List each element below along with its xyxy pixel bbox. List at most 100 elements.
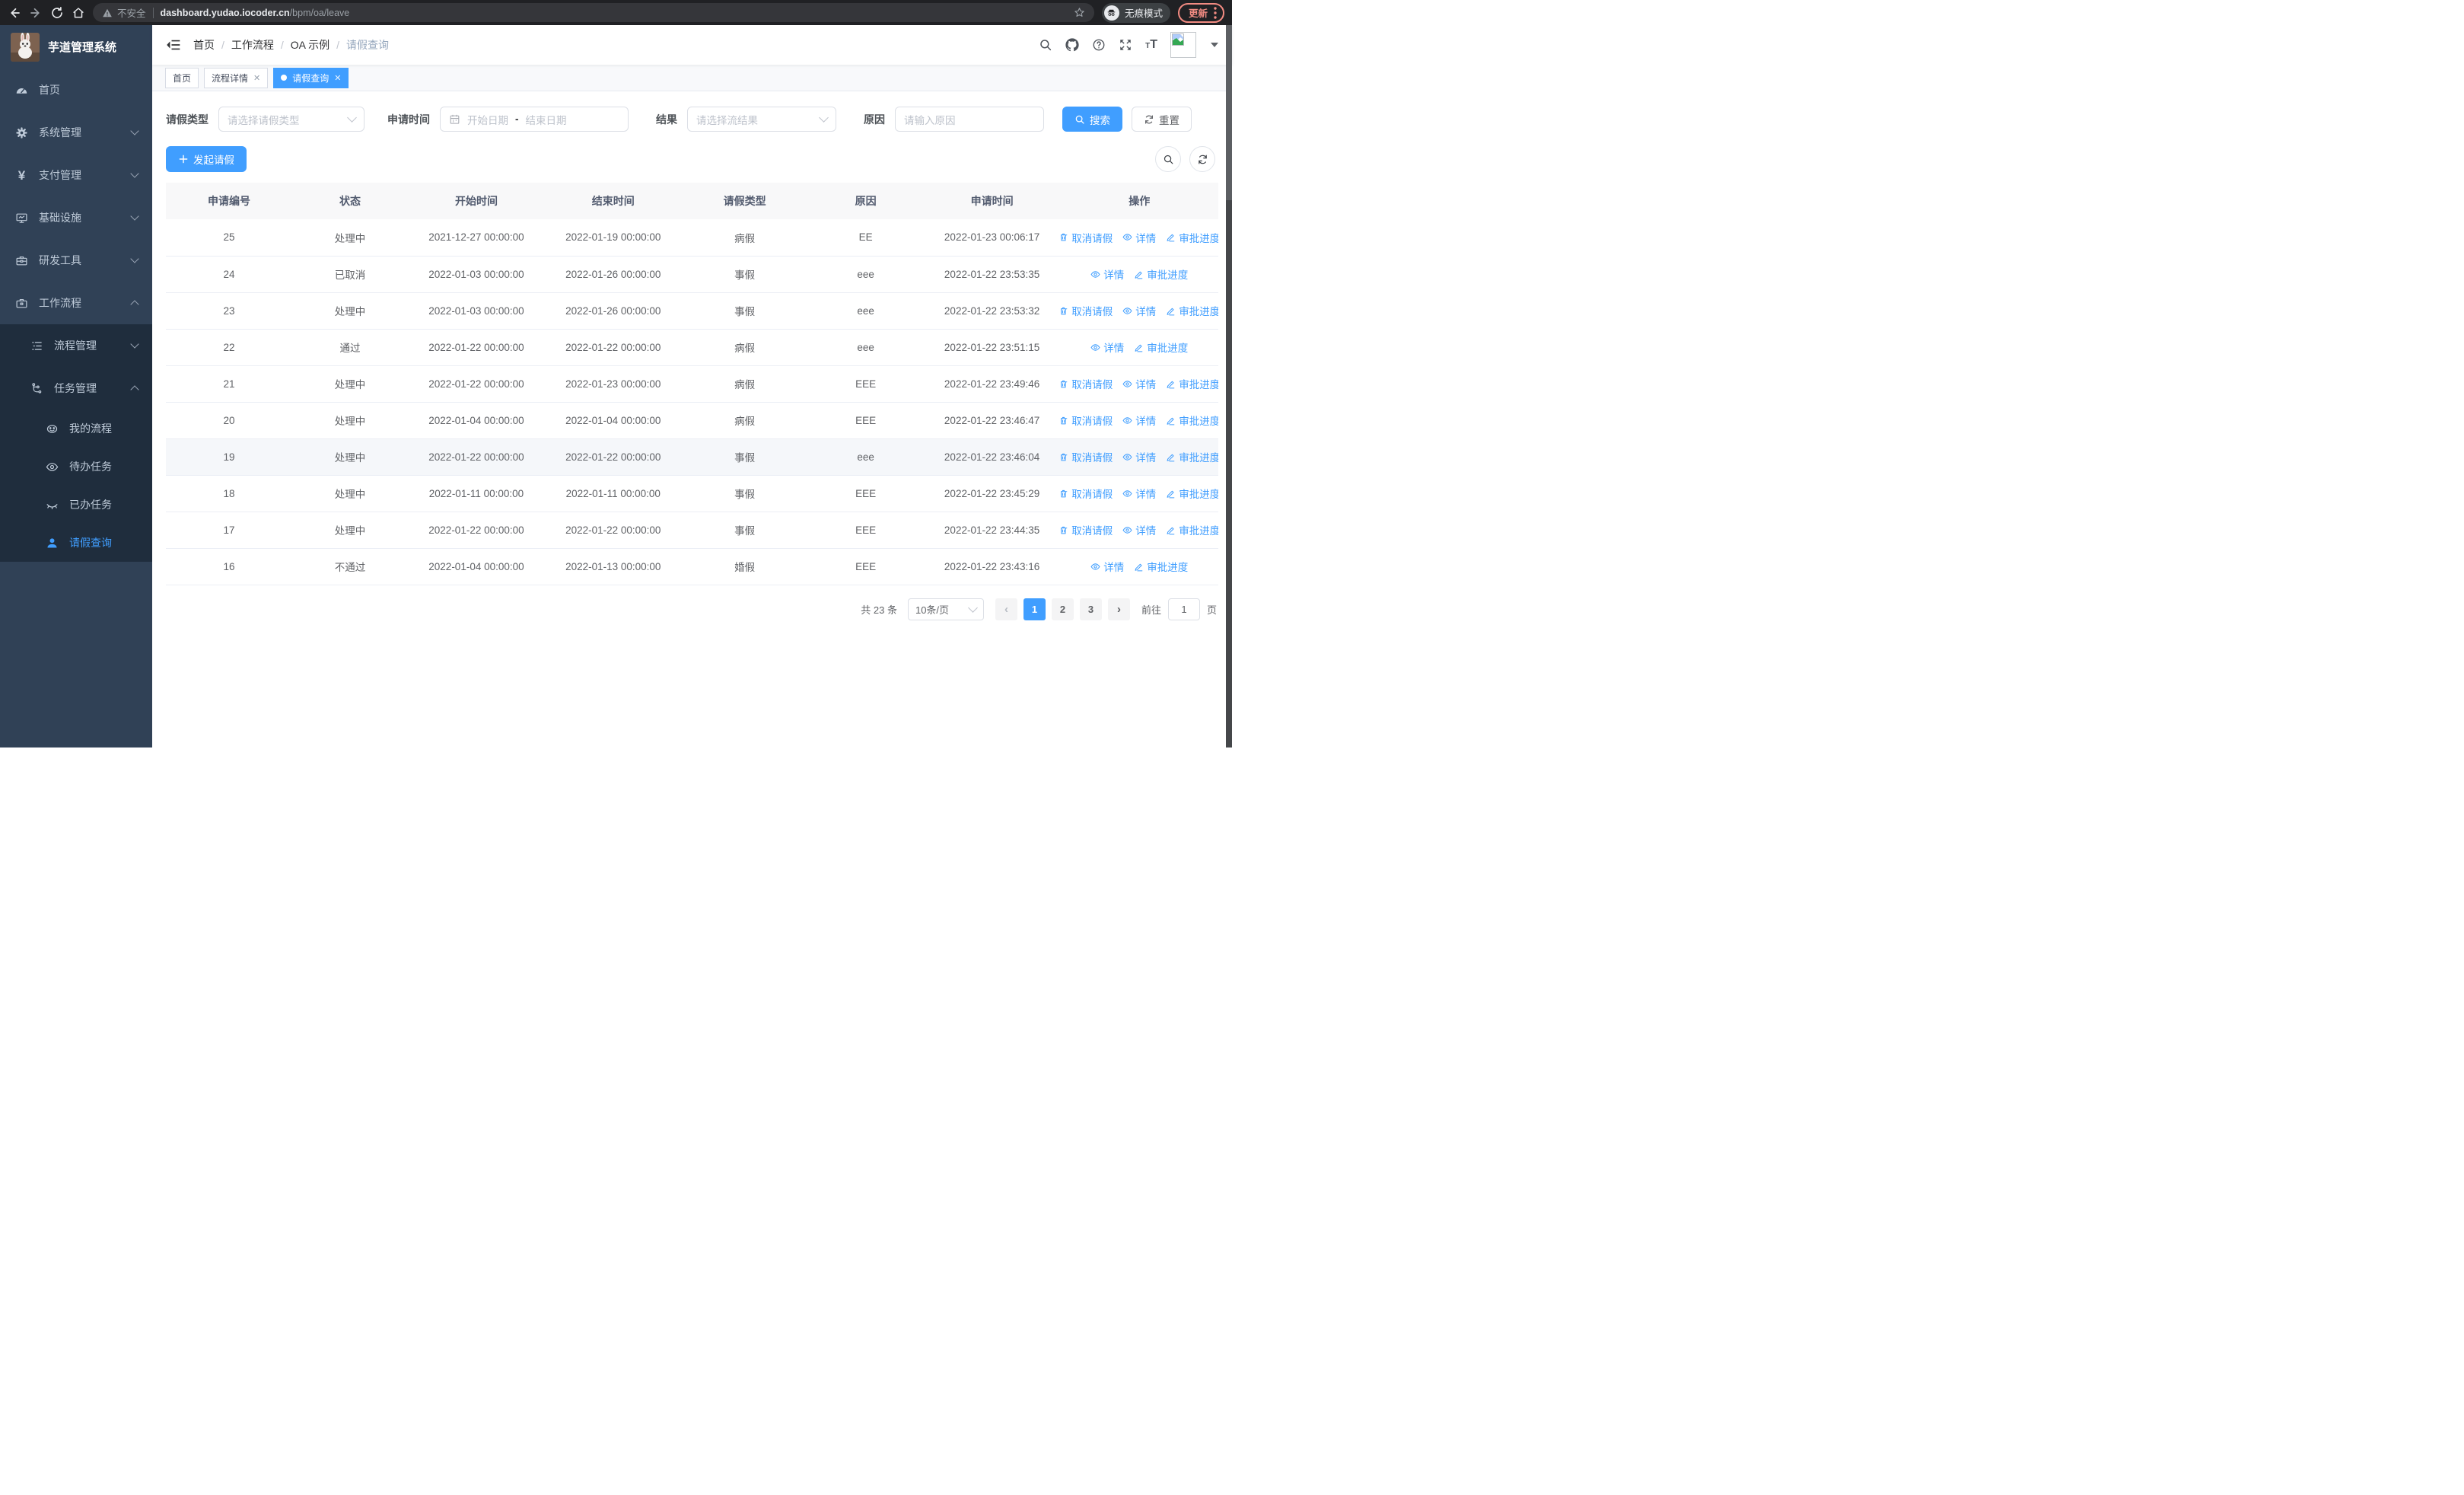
- reason-input[interactable]: 请输入原因: [895, 107, 1044, 132]
- search-button[interactable]: 搜索: [1062, 107, 1122, 132]
- detail-action-link[interactable]: 详情: [1122, 449, 1156, 464]
- github-icon[interactable]: [1065, 38, 1079, 52]
- cell-apply-id: 24: [166, 256, 292, 293]
- sidebar-item-process-mgmt[interactable]: 流程管理: [0, 324, 152, 367]
- select-placeholder: 请选择请假类型: [228, 114, 300, 126]
- detail-action-link[interactable]: 详情: [1090, 339, 1124, 355]
- sidebar-item-devtools[interactable]: 研发工具: [0, 239, 152, 282]
- menu-fold-icon[interactable]: [166, 37, 181, 53]
- security-label[interactable]: 不安全: [117, 5, 146, 20]
- start-date-placeholder[interactable]: 开始日期: [467, 112, 508, 127]
- update-label[interactable]: 更新: [1189, 5, 1208, 20]
- app-logo[interactable]: 芋道管理系统: [0, 25, 152, 69]
- progress-action-link[interactable]: 审批进度: [1166, 486, 1218, 501]
- page-button-2[interactable]: 2: [1051, 598, 1074, 620]
- cancel-action-link[interactable]: 取消请假: [1060, 376, 1113, 391]
- cell-leave-type: 事假: [681, 292, 808, 330]
- cell-actions: 详情 审批进度: [1061, 559, 1219, 574]
- sidebar-item-task-mgmt[interactable]: 任务管理: [0, 367, 152, 410]
- cancel-action-link[interactable]: 取消请假: [1060, 522, 1113, 537]
- cancel-action-link[interactable]: 取消请假: [1060, 413, 1113, 428]
- sidebar-item-payment[interactable]: ¥ 支付管理: [0, 154, 152, 196]
- page-scrollbar[interactable]: [1226, 25, 1232, 748]
- kebab-menu-icon[interactable]: [1214, 6, 1217, 19]
- result-select[interactable]: 请选择流结果: [687, 107, 836, 132]
- cancel-action-link[interactable]: 取消请假: [1060, 303, 1113, 318]
- detail-action-link[interactable]: 详情: [1122, 522, 1156, 537]
- tab-leave-query[interactable]: 请假查询 ✕: [273, 67, 349, 88]
- page-button-3[interactable]: 3: [1079, 598, 1102, 620]
- goto-page-input[interactable]: [1167, 598, 1200, 620]
- detail-action-link[interactable]: 详情: [1090, 559, 1124, 574]
- cell-start-time: 2022-01-04 00:00:00: [408, 402, 545, 439]
- sidebar-item-done-tasks[interactable]: 已办任务: [0, 486, 152, 524]
- progress-action-link[interactable]: 审批进度: [1166, 449, 1218, 464]
- progress-action-link[interactable]: 审批进度: [1166, 230, 1218, 245]
- home-icon[interactable]: [72, 6, 85, 20]
- leave-type-select[interactable]: 请选择请假类型: [218, 107, 365, 132]
- progress-action-link[interactable]: 审批进度: [1134, 266, 1188, 282]
- cancel-action-link[interactable]: 取消请假: [1060, 486, 1113, 501]
- help-icon[interactable]: [1092, 38, 1106, 52]
- end-date-placeholder[interactable]: 结束日期: [526, 112, 567, 127]
- flow-icon: [30, 382, 43, 395]
- forward-icon[interactable]: [29, 6, 43, 20]
- progress-action-link[interactable]: 审批进度: [1166, 522, 1218, 537]
- col-end-time: 结束时间: [544, 183, 682, 219]
- sidebar-item-leave-query[interactable]: 请假查询: [0, 524, 152, 562]
- reset-button-label: 重置: [1159, 114, 1179, 126]
- detail-action-link[interactable]: 详情: [1122, 230, 1156, 245]
- close-icon[interactable]: ✕: [334, 73, 341, 83]
- cancel-action-link[interactable]: 取消请假: [1060, 449, 1113, 464]
- sidebar-item-my-process[interactable]: 我的流程: [0, 410, 152, 448]
- address-bar[interactable]: 不安全 dashboard.yudao.iocoder.cn/bpm/oa/le…: [93, 3, 1094, 22]
- prev-page-button[interactable]: ‹: [995, 598, 1017, 620]
- bookmark-star-icon[interactable]: [1074, 7, 1085, 18]
- tab-home[interactable]: 首页: [165, 67, 199, 88]
- create-leave-button[interactable]: 发起请假: [166, 146, 247, 172]
- detail-action-link[interactable]: 详情: [1122, 303, 1156, 318]
- next-page-button[interactable]: ›: [1107, 598, 1130, 620]
- reload-icon[interactable]: [50, 6, 64, 20]
- search-icon[interactable]: [1039, 38, 1052, 52]
- tab-process-detail[interactable]: 流程详情 ✕: [204, 67, 269, 88]
- table-row: 22 通过 2022-01-22 00:00:00 2022-01-22 00:…: [166, 329, 1218, 366]
- date-range-picker[interactable]: 开始日期 - 结束日期: [440, 107, 629, 132]
- fullscreen-icon[interactable]: [1119, 38, 1132, 52]
- font-size-icon[interactable]: TT: [1145, 38, 1157, 52]
- progress-action-link[interactable]: 审批进度: [1166, 303, 1218, 318]
- back-icon[interactable]: [8, 6, 21, 20]
- sidebar-item-workflow[interactable]: 工作流程: [0, 282, 152, 324]
- sidebar-item-system[interactable]: 系统管理: [0, 111, 152, 154]
- scrollbar-thumb[interactable]: [1226, 25, 1232, 200]
- detail-action-link[interactable]: 详情: [1122, 486, 1156, 501]
- sidebar-item-infra[interactable]: 基础设施: [0, 196, 152, 239]
- avatar[interactable]: [1170, 32, 1196, 58]
- chevron-down-icon[interactable]: [1211, 43, 1218, 47]
- page-button-1[interactable]: 1: [1023, 598, 1046, 620]
- sidebar-item-home[interactable]: 首页: [0, 69, 152, 111]
- breadcrumb-item[interactable]: 工作流程: [231, 37, 274, 53]
- reset-button[interactable]: 重置: [1132, 107, 1192, 132]
- detail-action-link[interactable]: 详情: [1122, 413, 1156, 428]
- sidebar-item-todo-tasks[interactable]: 待办任务: [0, 448, 152, 486]
- goto-label: 前往: [1141, 604, 1161, 616]
- progress-action-link[interactable]: 审批进度: [1166, 413, 1218, 428]
- col-apply-id: 申请编号: [166, 183, 292, 219]
- breadcrumb-item[interactable]: OA 示例: [291, 37, 329, 53]
- progress-action-link[interactable]: 审批进度: [1166, 376, 1218, 391]
- page-size-select[interactable]: 10条/页: [907, 598, 984, 620]
- refresh-table-button[interactable]: [1189, 146, 1215, 172]
- browser-update-button[interactable]: 更新: [1177, 2, 1224, 23]
- breadcrumb-item[interactable]: 首页: [193, 37, 215, 53]
- toggle-search-button[interactable]: [1155, 146, 1181, 172]
- detail-action-link[interactable]: 详情: [1090, 266, 1124, 282]
- cancel-action-link[interactable]: 取消请假: [1060, 230, 1113, 245]
- cell-actions: 取消请假 详情 审批进度: [1060, 486, 1218, 501]
- chevron-down-icon: [968, 602, 978, 613]
- sidebar-item-label: 基础设施: [39, 212, 81, 224]
- progress-action-link[interactable]: 审批进度: [1134, 559, 1188, 574]
- close-icon[interactable]: ✕: [253, 73, 260, 83]
- detail-action-link[interactable]: 详情: [1122, 376, 1156, 391]
- progress-action-link[interactable]: 审批进度: [1134, 339, 1188, 355]
